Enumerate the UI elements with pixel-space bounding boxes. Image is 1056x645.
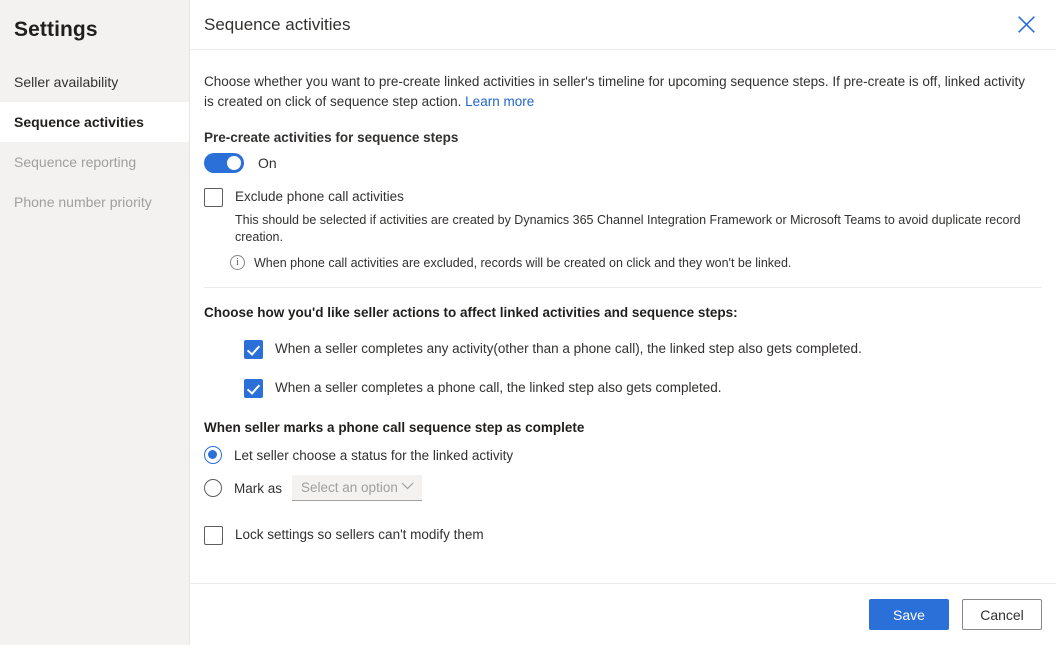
close-button[interactable]	[1010, 9, 1042, 41]
panel-body: Choose whether you want to pre-create li…	[190, 50, 1056, 583]
lock-settings-checkbox[interactable]	[204, 526, 223, 545]
panel-footer: Save Cancel	[190, 583, 1056, 645]
seller-action-any-activity-checkbox[interactable]	[244, 340, 263, 359]
exclude-phone-call-description: This should be selected if activities ar…	[235, 213, 1021, 244]
radio-let-seller-choose[interactable]	[204, 446, 222, 464]
seller-action-option-row: When a seller completes any activity(oth…	[244, 339, 1042, 359]
precreate-toggle-state: On	[258, 155, 277, 171]
mark-complete-heading: When seller marks a phone call sequence …	[204, 420, 585, 435]
sidebar-item-label: Phone number priority	[14, 194, 152, 210]
sidebar-item-label: Sequence activities	[14, 114, 144, 130]
page-title: Sequence activities	[204, 14, 351, 34]
sidebar-item-phone-number-priority: Phone number priority	[0, 182, 189, 222]
learn-more-link[interactable]: Learn more	[465, 94, 534, 109]
info-icon: i	[230, 255, 245, 270]
lock-settings-label: Lock settings so sellers can't modify th…	[235, 527, 484, 542]
radio-let-seller-choose-label: Let seller choose a status for the linke…	[234, 447, 514, 463]
settings-dialog: Settings Seller availability Sequence ac…	[0, 0, 1056, 645]
seller-actions-heading: Choose how you'd like seller actions to …	[204, 305, 738, 320]
panel-description: Choose whether you want to pre-create li…	[204, 72, 1036, 112]
sidebar-item-sequence-activities[interactable]: Sequence activities	[0, 102, 189, 142]
seller-action-phone-call-label: When a seller completes a phone call, th…	[275, 380, 722, 395]
sidebar-title: Settings	[14, 18, 98, 41]
panel-description-text: Choose whether you want to pre-create li…	[204, 74, 1025, 109]
radio-mark-as[interactable]	[204, 479, 222, 497]
precreate-toggle[interactable]	[204, 153, 244, 173]
seller-action-any-activity-label: When a seller completes any activity(oth…	[275, 341, 862, 356]
close-icon	[1017, 16, 1035, 33]
toggle-knob	[227, 156, 241, 170]
settings-sidebar: Settings Seller availability Sequence ac…	[0, 0, 190, 645]
mark-complete-option-row: Mark as Select an option	[204, 475, 1042, 501]
sidebar-item-label: Seller availability	[14, 74, 119, 90]
mark-as-status-dropdown[interactable]: Select an option	[292, 475, 423, 501]
save-button[interactable]: Save	[869, 599, 949, 630]
precreate-toggle-row: On	[204, 153, 1042, 173]
sidebar-nav: Seller availability Sequence activities …	[0, 62, 189, 222]
sidebar-item-label: Sequence reporting	[14, 154, 137, 170]
mark-complete-option-row: Let seller choose a status for the linke…	[204, 446, 1042, 464]
radio-mark-as-label: Mark as	[234, 480, 283, 496]
mark-as-status-value: Select an option	[301, 480, 398, 495]
settings-main-panel: Sequence activities Choose whether you w…	[190, 0, 1056, 645]
sidebar-item-seller-availability[interactable]: Seller availability	[0, 62, 189, 102]
panel-header: Sequence activities	[190, 0, 1056, 50]
exclude-phone-call-note: i When phone call activities are exclude…	[230, 255, 1042, 270]
seller-action-option-row: When a seller completes a phone call, th…	[244, 378, 1042, 398]
exclude-phone-call-label: Exclude phone call activities	[235, 189, 404, 204]
seller-action-phone-call-checkbox[interactable]	[244, 379, 263, 398]
lock-settings-row: Lock settings so sellers can't modify th…	[204, 525, 1042, 545]
chevron-down-icon	[401, 482, 414, 493]
exclude-phone-call-row: Exclude phone call activities	[204, 187, 1042, 207]
cancel-button[interactable]: Cancel	[962, 599, 1042, 630]
exclude-phone-call-note-text: When phone call activities are excluded,…	[254, 255, 792, 270]
sidebar-item-sequence-reporting: Sequence reporting	[0, 142, 189, 182]
exclude-phone-call-checkbox[interactable]	[204, 188, 223, 207]
precreate-label: Pre-create activities for sequence steps	[204, 130, 459, 145]
section-divider	[204, 287, 1042, 288]
